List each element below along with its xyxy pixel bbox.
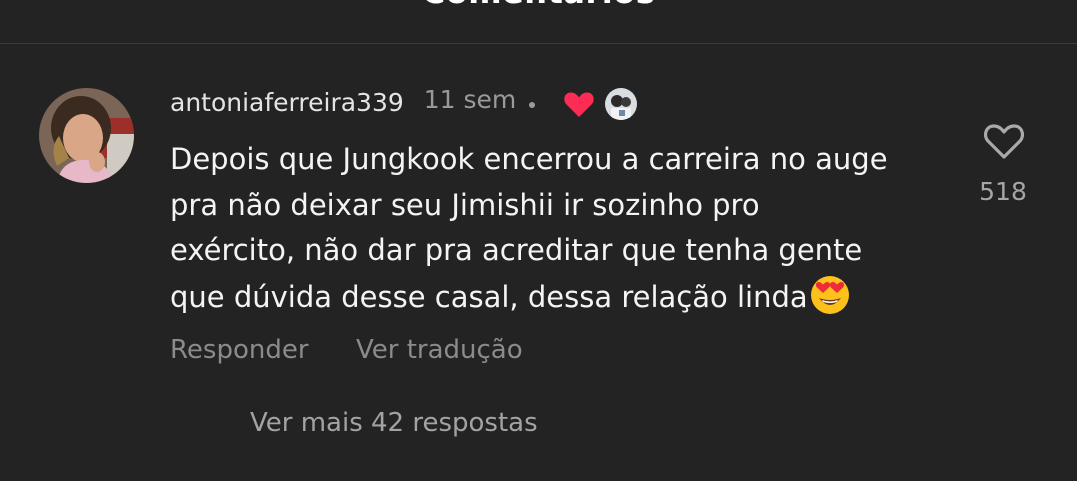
comment-text: Depois que Jungkook encerrou a carreira … <box>170 137 960 320</box>
avatar-image <box>39 88 134 183</box>
separator-dot <box>529 102 536 108</box>
like-count: 518 <box>979 177 1027 206</box>
heart-eyes-emoji-icon <box>809 274 851 316</box>
heart-icon <box>563 89 595 119</box>
timestamp: 11 sem <box>423 84 517 114</box>
translate-button[interactable]: Ver tradução <box>356 335 523 365</box>
comment-text-line: pra não deixar seu Jimishii ir sozinho p… <box>170 187 760 222</box>
comment-meta: antoniaferreira339 11 sem <box>170 84 638 120</box>
header-divider <box>0 43 1077 44</box>
view-more-replies-button[interactable]: Ver mais 42 respostas <box>250 408 538 438</box>
comment-text-line: exército, não dar pra acreditar que tenh… <box>170 233 863 267</box>
creator-avatar <box>605 88 638 120</box>
page-title: Comentários <box>0 0 1077 11</box>
comment-text-line: que dúvida desse casal, dessa relação li… <box>170 279 808 314</box>
heart-outline-icon[interactable] <box>982 120 1026 162</box>
comment-text-line: Depois que Jungkook encerrou a carreira … <box>170 142 888 176</box>
reply-button[interactable]: Responder <box>170 335 309 365</box>
username[interactable]: antoniaferreira339 <box>170 88 404 117</box>
comment-text-last-line: que dúvida desse casal, dessa relação li… <box>170 274 960 321</box>
avatar[interactable] <box>39 88 134 183</box>
